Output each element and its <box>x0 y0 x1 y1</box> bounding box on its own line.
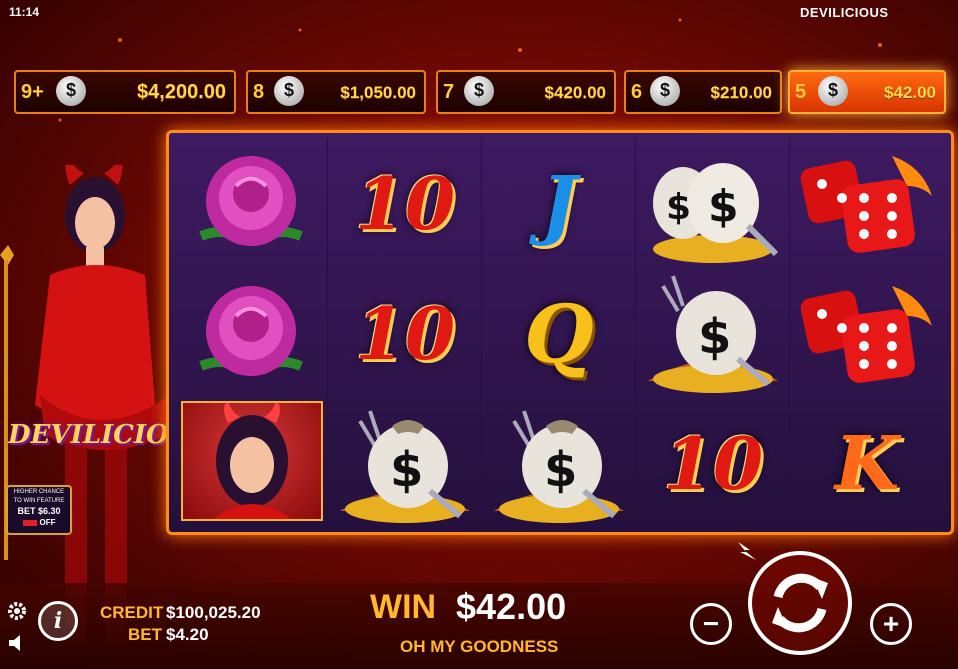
plus-icon: + <box>882 608 900 639</box>
dice-icon <box>800 286 932 383</box>
money-bag-icon: $ $ <box>653 163 779 263</box>
symbol-10: 10 <box>662 421 764 506</box>
spin-arrows-icon <box>772 573 828 633</box>
symbol-10: 10 <box>354 161 456 246</box>
settings-gear-icon[interactable] <box>6 600 28 622</box>
symbol-rose <box>175 139 327 268</box>
info-icon: i <box>53 608 63 634</box>
payout-6: 6 $ $210.00 <box>624 70 782 114</box>
svg-text:$: $ <box>698 309 731 365</box>
payout-amount: $1,050.00 <box>340 83 416 102</box>
credit-value: $100,025.20 <box>166 603 261 622</box>
bet-label: BET <box>128 625 162 644</box>
svg-text:$: $ <box>708 181 739 232</box>
svg-text:$: $ <box>666 187 691 228</box>
symbol-dice <box>791 139 943 268</box>
feature-bet: BET $6.30 <box>17 506 61 516</box>
decrease-bet-button[interactable]: − <box>690 603 732 645</box>
symbol-money-bag: $ <box>329 399 481 528</box>
reel-5: K <box>791 139 943 528</box>
symbol-rose <box>175 269 327 398</box>
payout-amount: $420.00 <box>544 83 606 102</box>
payout-8: 8 $ $1,050.00 <box>246 70 426 114</box>
payout-count: 7 <box>443 81 455 103</box>
symbol-money-bag: $ $ <box>637 139 789 268</box>
increase-bet-button[interactable]: + <box>870 603 912 645</box>
bet-value: $4.20 <box>166 625 209 644</box>
payout-amount: $42.00 <box>884 83 936 102</box>
win-message: OH MY GOODNESS <box>400 637 559 656</box>
payout-7: 7 $ $420.00 <box>436 70 616 114</box>
payout-9plus: 9+ $ $4,200.00 <box>14 70 236 114</box>
symbol-j: J <box>541 159 577 248</box>
reel-3: J Q $ <box>483 139 636 528</box>
payout-ladder: 9+ $ $4,200.00 8 $ $1,050.00 7 $ $420.00… <box>14 70 949 120</box>
payout-amount: $4,200.00 <box>137 81 226 103</box>
symbol-money-bag: $ <box>483 399 635 528</box>
payout-amount: $210.00 <box>710 83 772 102</box>
dice-icon <box>800 156 932 253</box>
win-amount: $42.00 <box>456 586 567 627</box>
money-bag-icon: $ <box>650 76 680 106</box>
rose-icon <box>199 286 303 376</box>
money-bag-icon: $ <box>464 76 494 106</box>
money-bag-icon: $ <box>340 410 470 523</box>
info-button[interactable]: i <box>38 601 78 641</box>
money-bag-icon: $ <box>274 76 304 106</box>
symbol-money-bag: $ <box>637 269 789 398</box>
reel-4: $ $ $ 10 <box>637 139 790 528</box>
payout-count: 8 <box>253 81 265 103</box>
payout-5: 5 $ $42.00 <box>788 70 946 114</box>
payout-count: 6 <box>631 81 643 103</box>
higher-chance-feature-toggle[interactable]: HIGHER CHANCE TO WIN FEATURE BET $6.30 O… <box>6 485 72 535</box>
credit-label: CREDIT <box>100 603 164 622</box>
money-bag-icon: $ <box>818 76 848 106</box>
payout-count: 5 <box>795 81 807 103</box>
money-bag-icon: $ <box>648 275 778 393</box>
reel-2: 10 10 $ <box>329 139 482 528</box>
svg-text:$: $ <box>544 442 577 498</box>
spin-button[interactable] <box>748 551 852 655</box>
feature-line2: TO WIN FEATURE <box>13 498 65 504</box>
svg-text:$: $ <box>390 442 423 498</box>
toggle-switch-icon <box>22 519 37 526</box>
money-bag-icon: $ <box>494 410 624 523</box>
minus-icon: − <box>702 608 720 639</box>
symbol-devil-girl <box>181 401 323 521</box>
devil-girl-character <box>0 165 170 645</box>
win-label: WIN <box>370 588 437 626</box>
money-bag-icon: $ <box>56 76 86 106</box>
turbo-spin-icon[interactable] <box>736 540 760 562</box>
sound-speaker-icon[interactable] <box>6 632 28 654</box>
feature-line1: HIGHER CHANCE <box>13 489 65 495</box>
symbol-dice <box>791 269 943 398</box>
reel-grid: 10 10 $ J Q $ $ $ $ 10 K <box>166 130 954 535</box>
symbol-10: 10 <box>354 291 456 376</box>
symbol-q: Q <box>524 286 594 381</box>
devil-girl-icon <box>213 401 291 519</box>
payout-count: 9+ <box>21 81 44 103</box>
rose-icon <box>199 156 303 246</box>
symbol-k: K <box>834 420 900 507</box>
feature-toggle[interactable]: OFF <box>19 518 59 528</box>
